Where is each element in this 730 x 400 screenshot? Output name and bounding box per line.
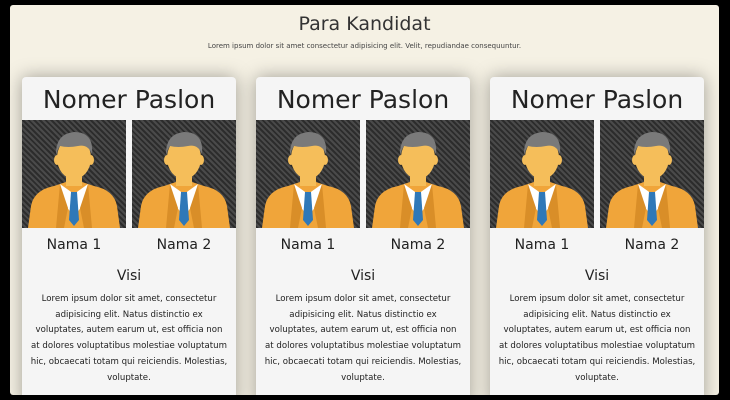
candidate-name: Nama 1	[514, 237, 570, 253]
visi-heading: Visi	[116, 268, 142, 284]
page-title: Para Kandidat	[298, 13, 431, 35]
visi-heading: Visi	[584, 268, 610, 284]
visi-text: Lorem ipsum dolor sit amet, consectetur …	[498, 294, 696, 383]
page-subtitle: Lorem ipsum dolor sit amet consectetur a…	[207, 42, 522, 50]
person-avatar-icon	[366, 120, 470, 228]
person-avatar-icon	[490, 120, 594, 228]
page-frame: Para Kandidat Lorem ipsum dolor sit amet…	[10, 5, 719, 395]
visi-text: Lorem ipsum dolor sit amet, consectetur …	[30, 294, 228, 383]
candidate-name: Nama 2	[390, 237, 446, 253]
person-avatar-icon	[22, 120, 126, 228]
visi-text: Lorem ipsum dolor sit amet, consectetur …	[264, 294, 462, 383]
candidate-cards: Nomer Paslon Nama 1 Nama 2 Visi Lorem ip…	[22, 77, 712, 395]
person-avatar-icon	[600, 120, 704, 228]
visi-heading: Visi	[350, 268, 376, 284]
candidate-card: Nomer Paslon Nama 1 Nama 2 Visi Lorem ip…	[256, 77, 470, 395]
candidate-name: Nama 2	[156, 237, 212, 253]
candidate-name: Nama 2	[624, 237, 680, 253]
candidate-card: Nomer Paslon Nama 1 Nama 2 Visi Lorem ip…	[22, 77, 236, 395]
person-avatar-icon	[132, 120, 236, 228]
candidate-name: Nama 1	[46, 237, 102, 253]
card-title: Nomer Paslon	[510, 85, 684, 114]
candidate-name: Nama 1	[280, 237, 336, 253]
candidate-card: Nomer Paslon Nama 1 Nama 2 Visi Lorem ip…	[490, 77, 704, 395]
card-title: Nomer Paslon	[42, 85, 216, 114]
person-avatar-icon	[256, 120, 360, 228]
card-title: Nomer Paslon	[276, 85, 450, 114]
